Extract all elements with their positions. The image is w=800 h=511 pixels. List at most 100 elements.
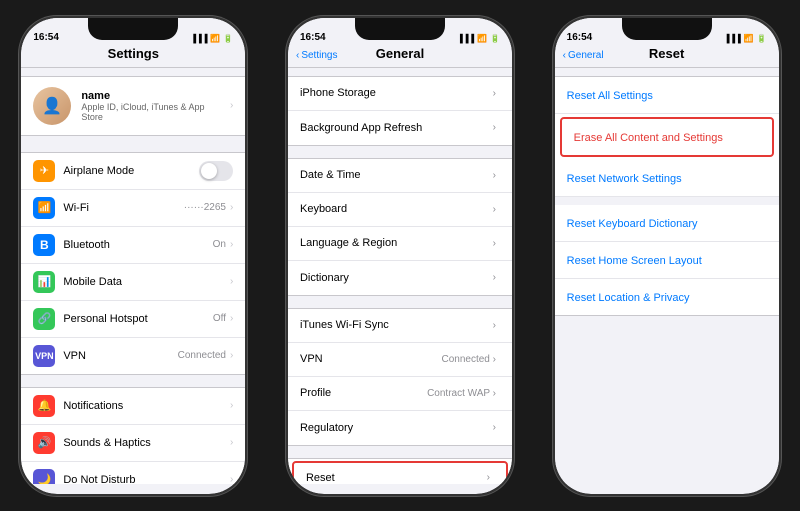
iphone-storage-row[interactable]: iPhone Storage › [288,77,512,111]
battery-icon3: 🔋 [757,34,767,43]
reset-row-highlighted[interactable]: Reset › [292,461,508,484]
profile-value: Contract WAP › [427,388,496,399]
reset-label: Reset [306,472,487,484]
phone3: 16:54 ▐▐▐ 📶 🔋 ‹ General Reset [553,16,781,496]
phone3-screen: 16:54 ▐▐▐ 📶 🔋 ‹ General Reset [555,18,779,494]
general-s3: iTunes Wi-Fi Sync › VPN Connected › Prof… [288,308,512,446]
mobile-data-chevron: › [230,276,233,287]
vpn2-row[interactable]: VPN Connected › [288,343,512,377]
signal-icon3: ▐▐▐ [724,34,741,43]
wifi-chevron: › [230,202,233,213]
dictionary-row[interactable]: Dictionary › [288,261,512,295]
battery-icon: 🔋 [223,34,233,43]
regulatory-row[interactable]: Regulatory › [288,411,512,445]
g-spacer2 [288,300,512,308]
phone1-wrapper: 16:54 ▐▐▐ 📶 🔋 Settings 👤 name Apple ID, … [19,16,247,496]
erase-row-highlighted[interactable]: Erase All Content and Settings [560,117,774,157]
phone3-time: 16:54 [567,32,593,43]
notifications-row[interactable]: 🔔 Notifications › [21,388,245,425]
keyboard-row[interactable]: Keyboard › [288,193,512,227]
sounds-row[interactable]: 🔊 Sounds & Haptics › [21,425,245,462]
iphone-storage-label: iPhone Storage [300,87,493,99]
vpn-row[interactable]: VPN VPN Connected › [21,338,245,374]
phone1: 16:54 ▐▐▐ 📶 🔋 Settings 👤 name Apple ID, … [19,16,247,496]
phone2: 16:54 ▐▐▐ 📶 🔋 ‹ Settings General [286,16,514,496]
dictionary-chevron: › [493,272,496,283]
language-row[interactable]: Language & Region › [288,227,512,261]
profile-name: name [81,90,220,102]
phone3-notch [622,18,712,40]
profile-label: Profile [300,387,427,399]
bluetooth-chevron: › [230,239,233,250]
reset-location-label: Reset Location & Privacy [567,292,690,304]
wifi-row-icon: 📶 [33,197,55,219]
reset-network-row[interactable]: Reset Network Settings [555,160,779,197]
reset-keyboard-label: Reset Keyboard Dictionary [567,218,698,230]
back-chevron: ‹ [296,50,299,61]
phone1-content[interactable]: 👤 name Apple ID, iCloud, iTunes & App St… [21,68,245,484]
wifi-icon2: 📶 [477,34,487,43]
reset-all-label: Reset All Settings [567,90,653,102]
phone3-status-icons: ▐▐▐ 📶 🔋 [724,34,767,43]
reset-chevron: › [487,472,490,483]
phone3-wrapper: 16:54 ▐▐▐ 📶 🔋 ‹ General Reset [553,16,781,496]
airplane-icon: ✈ [33,160,55,182]
dnd-label: Do Not Disturb [63,474,230,484]
notifications-chevron: › [230,400,233,411]
datetime-row[interactable]: Date & Time › [288,159,512,193]
vpn-chevron: › [230,350,233,361]
spacer1 [21,144,245,152]
general-s1: iPhone Storage › Background App Refresh … [288,76,512,146]
battery-icon2: 🔋 [490,34,500,43]
itunes-label: iTunes Wi-Fi Sync [300,319,493,331]
reset-homescreen-row[interactable]: Reset Home Screen Layout [555,242,779,279]
phone3-back-button[interactable]: ‹ General [563,50,604,61]
dnd-chevron: › [230,474,233,484]
dnd-row[interactable]: 🌙 Do Not Disturb › [21,462,245,484]
mobile-data-icon: 📊 [33,271,55,293]
hotspot-row[interactable]: 🔗 Personal Hotspot Off › [21,301,245,338]
signal-icon2: ▐▐▐ [457,34,474,43]
general-s4: Reset › Shut Down [288,458,512,484]
phone1-status-icons: ▐▐▐ 📶 🔋 [190,34,233,43]
bg-refresh-row[interactable]: Background App Refresh › [288,111,512,145]
reset-network-label: Reset Network Settings [567,173,682,185]
airplane-toggle[interactable] [199,161,233,181]
iphone-storage-chevron: › [493,88,496,99]
language-chevron: › [493,238,496,249]
itunes-sync-row[interactable]: iTunes Wi-Fi Sync › [288,309,512,343]
phone1-time: 16:54 [33,32,59,43]
reset-location-row[interactable]: Reset Location & Privacy [555,279,779,315]
signal-icon: ▐▐▐ [190,34,207,43]
regulatory-chevron: › [493,422,496,433]
g-spacer3 [288,450,512,458]
wifi-value: ······2265 [184,202,226,213]
phone3-content[interactable]: Reset All Settings Erase All Content and… [555,68,779,484]
bluetooth-value: On [213,239,226,250]
phone2-status-icons: ▐▐▐ 📶 🔋 [457,34,500,43]
r-spacer1 [555,68,779,76]
profile-row[interactable]: Profile Contract WAP › [288,377,512,411]
phone2-content[interactable]: iPhone Storage › Background App Refresh … [288,68,512,484]
profile-section[interactable]: 👤 name Apple ID, iCloud, iTunes & App St… [21,76,245,136]
bluetooth-label: Bluetooth [63,239,212,251]
phone3-back-label: General [568,50,604,61]
erase-label: Erase All Content and Settings [574,132,723,144]
datetime-label: Date & Time [300,169,493,181]
reset-all-row[interactable]: Reset All Settings [555,77,779,114]
general-s2: Date & Time › Keyboard › Language & Regi… [288,158,512,296]
bluetooth-icon: B [33,234,55,256]
phone2-back-button[interactable]: ‹ Settings [296,50,337,61]
phone2-nav-title: General [376,46,424,61]
airplane-mode-row[interactable]: ✈ Airplane Mode [21,153,245,190]
reset-keyboard-row[interactable]: Reset Keyboard Dictionary [555,205,779,242]
wifi-row[interactable]: 📶 Wi-Fi ······2265 › [21,190,245,227]
mobile-data-row[interactable]: 📊 Mobile Data › [21,264,245,301]
sounds-icon: 🔊 [33,432,55,454]
phone2-time: 16:54 [300,32,326,43]
bluetooth-row[interactable]: B Bluetooth On › [21,227,245,264]
notifications-label: Notifications [63,400,230,412]
bg-refresh-label: Background App Refresh [300,122,493,134]
dnd-icon: 🌙 [33,469,55,484]
keyboard-chevron: › [493,204,496,215]
